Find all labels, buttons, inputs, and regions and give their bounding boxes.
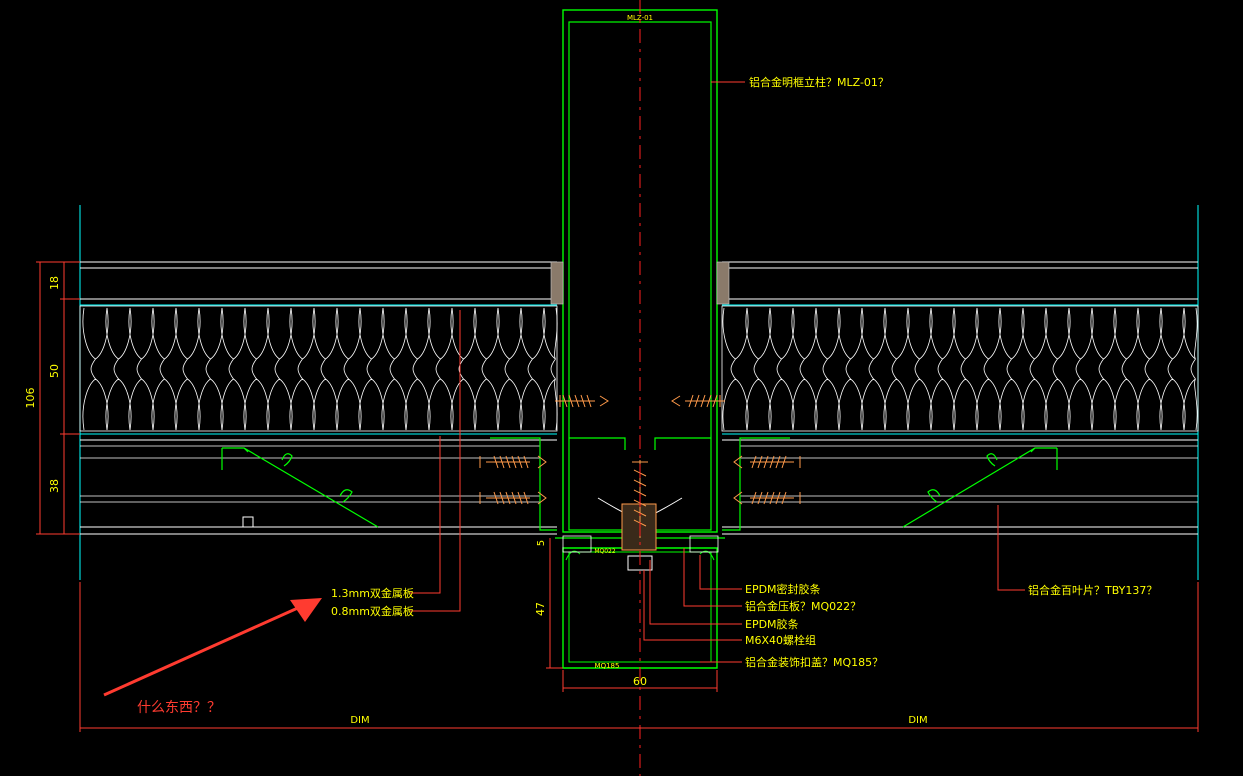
dim-50: 50 (48, 364, 61, 378)
tag-bottom: MQ185 (595, 662, 620, 670)
dim-60: 60 (633, 675, 647, 688)
dim-right: DIM (908, 715, 927, 726)
cad-drawing-canvas: MLZ-01 MQ185 MQ022 铝合金明框立柱？MLZ-01？ 1.3mm… (24, 0, 1199, 776)
tag-clip: MQ022 (594, 548, 616, 555)
callout-mullion: 铝合金明框立柱？MLZ-01？ (749, 75, 889, 89)
dim-38: 38 (48, 479, 61, 493)
dim-5: 5 (536, 540, 547, 546)
callout-bolt: M6X40螺栓组 (745, 633, 816, 647)
callout-panel-0-8: 0.8mm双金属板 (331, 604, 414, 618)
callout-epdm-strip: EPDM胶条 (745, 617, 799, 631)
callout-louver: 铝合金百叶片？TBY137？ (1028, 583, 1157, 597)
dim-left: DIM (350, 715, 369, 726)
left-wall-assembly (79, 205, 558, 580)
callout-cover-cap: 铝合金装饰扣盖？MQ185？ (745, 655, 883, 669)
annotation-question: 什么东西？？ (137, 700, 221, 716)
callout-epdm-seal: EPDM密封胶条 (745, 582, 821, 596)
callout-pressure-plate: 铝合金压板？MQ022？ (745, 599, 861, 613)
callout-panel-1-3: 1.3mm双金属板 (331, 586, 414, 600)
dim-47: 47 (534, 602, 547, 616)
dim-106: 106 (24, 388, 37, 409)
annotation-arrow (103, 598, 322, 697)
dim-18: 18 (48, 276, 61, 290)
right-wall-assembly (721, 205, 1199, 580)
tag-top: MLZ-01 (627, 14, 653, 22)
